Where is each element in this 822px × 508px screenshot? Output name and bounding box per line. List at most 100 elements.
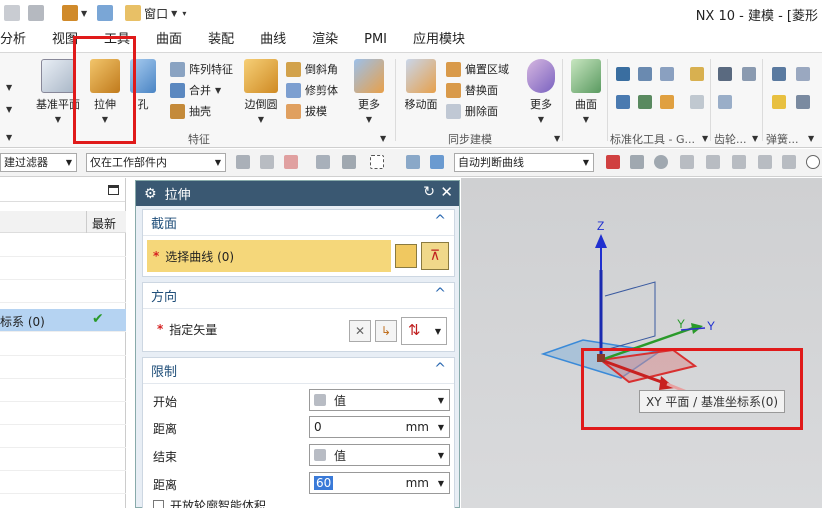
navigator-row[interactable] [0,448,126,471]
reset-icon[interactable]: ↻ [423,184,435,200]
distance1-input[interactable]: 0 mm ▼ [309,416,450,438]
snap-curve-icon[interactable] [782,155,796,169]
snap-point-icon[interactable] [758,155,772,169]
move-face-button[interactable]: 移动面 [402,59,440,112]
chevron-down-icon[interactable]: ▼ [554,134,560,143]
distance2-input[interactable]: 60 mm ▼ [309,472,450,494]
gc-tool-icon[interactable] [616,67,630,81]
gc-tool-icon[interactable] [690,95,704,109]
spring-tool-icon[interactable] [772,95,786,109]
curve-rule-select[interactable]: 自动判断曲线 ▼ [454,153,594,172]
spring-tool-icon[interactable] [796,67,810,81]
snap-mid-icon[interactable] [732,155,746,169]
snap-center-icon[interactable] [806,155,820,169]
vector-dialog-button[interactable]: ↳ [375,320,397,342]
gc-tool-icon[interactable] [638,67,652,81]
maximize-icon[interactable] [108,185,119,195]
tab-pmi[interactable]: PMI [351,26,400,53]
gear-tool-icon[interactable] [718,95,732,109]
snap-ring-icon[interactable] [654,155,668,169]
snap-icon[interactable] [260,155,274,169]
section-header[interactable]: 截面 ^ [143,210,454,236]
select-box-icon[interactable] [406,155,420,169]
chevron-down-icon[interactable]: ▼ [6,105,12,114]
navigator-row-datum-csys[interactable]: 标系 (0) ✔ [0,309,126,332]
gc-tool-icon[interactable] [660,67,674,81]
tab-render[interactable]: 渲染 [299,26,351,53]
surface-button[interactable]: 曲面 ▼ [568,59,604,124]
pattern-feature-button[interactable]: 阵列特征 [170,61,233,77]
navigator-row[interactable] [0,280,126,303]
direction-header[interactable]: 方向 ^ [143,283,454,309]
chamfer-button[interactable]: 倒斜角 [286,61,338,77]
collapse-icon[interactable]: ^ [434,213,446,229]
shell-button[interactable]: 抽壳 [170,103,211,119]
clipboard-icon[interactable] [62,5,78,21]
navigator-row[interactable] [0,333,126,356]
spring-tool-icon[interactable] [772,67,786,81]
curve-section-button[interactable]: ⊼ [421,242,449,270]
selection-scope-select[interactable]: 仅在工作部件内 ▼ [86,153,226,172]
snap-arrow-icon[interactable] [630,155,644,169]
feature-icon[interactable] [316,155,330,169]
chevron-down-icon[interactable]: ▼ [752,134,758,143]
chevron-down-icon[interactable]: ▼ [6,83,12,92]
sketch-section-button[interactable] [395,244,417,268]
navigator-row[interactable] [0,379,126,402]
limits-header[interactable]: 限制 ^ [143,358,454,384]
paste-icon[interactable] [28,5,44,21]
snap-tangent-icon[interactable] [706,155,720,169]
navigator-row[interactable] [0,356,126,379]
rectangle-select-icon[interactable] [370,155,384,169]
tab-curve[interactable]: 曲线 [247,26,299,53]
snap-line-icon[interactable] [680,155,694,169]
gear-icon[interactable]: ⚙ [144,186,157,202]
chevron-down-icon[interactable]: ▼ [81,9,87,18]
window-menu[interactable]: 窗口 ▼ ▾ [119,5,186,22]
curve-icon[interactable] [342,155,356,169]
draft-button[interactable]: 拔模 [286,103,327,119]
navigator-row[interactable] [0,402,126,425]
gc-tool-icon[interactable] [660,95,674,109]
brush-icon[interactable] [97,5,114,21]
gc-tool-icon[interactable] [638,95,652,109]
gear-tool-icon[interactable] [742,67,756,81]
open-profile-row[interactable]: 开放轮廓智能体积 [153,499,266,508]
chevron-down-icon[interactable]: ▼ [808,134,814,143]
navigator-row[interactable] [0,471,126,494]
edge-blend-button[interactable]: 边倒圆 ▼ [240,59,282,124]
filter-icon[interactable] [284,155,298,169]
unite-button[interactable]: 合并 ▼ [170,82,221,98]
gc-tool-icon[interactable] [616,95,630,109]
vector-type-select[interactable]: ⇅ ▼ [401,317,447,345]
start-select[interactable]: 值 ▼ [309,389,450,411]
datum-csys-graphic[interactable]: Z Y Y [461,178,822,508]
end-select[interactable]: 值 ▼ [309,444,450,466]
chevron-down-icon[interactable]: ▼ [380,134,386,143]
navigator-row[interactable] [0,425,126,448]
select-curve-row[interactable]: * 选择曲线 (0) [147,240,391,272]
spring-tool-icon[interactable] [796,95,810,109]
copy-icon[interactable] [4,5,20,21]
trim-body-button[interactable]: 修剪体 [286,82,338,98]
navigator-row[interactable] [0,257,126,280]
select-solid-icon[interactable] [430,155,444,169]
gc-tool-icon[interactable] [690,67,704,81]
more-sync-button[interactable]: 更多 ▼ [524,59,558,124]
graphics-window[interactable]: Z Y Y XY 平面 / 基准坐标系(0) [461,178,822,508]
tab-assembly[interactable]: 装配 [195,26,247,53]
snap-endpoint-icon[interactable] [606,155,620,169]
chevron-down-icon[interactable]: ▼ [6,133,12,142]
type-filter-select[interactable]: 建过滤器 ▼ [0,153,77,172]
offset-region-button[interactable]: 偏置区域 [446,61,509,77]
gear-tool-icon[interactable] [718,67,732,81]
reverse-direction-button[interactable]: ✕ [349,320,371,342]
tab-analysis[interactable]: 分析 [0,26,39,53]
delete-face-button[interactable]: 删除面 [446,103,498,119]
more-icon[interactable]: ▾ [182,9,186,18]
tab-surface[interactable]: 曲面 [143,26,195,53]
chevron-down-icon[interactable]: ▼ [702,134,708,143]
open-profile-checkbox[interactable] [153,499,164,508]
navigator-row[interactable] [0,234,126,257]
collapse-icon[interactable]: ^ [434,286,446,302]
